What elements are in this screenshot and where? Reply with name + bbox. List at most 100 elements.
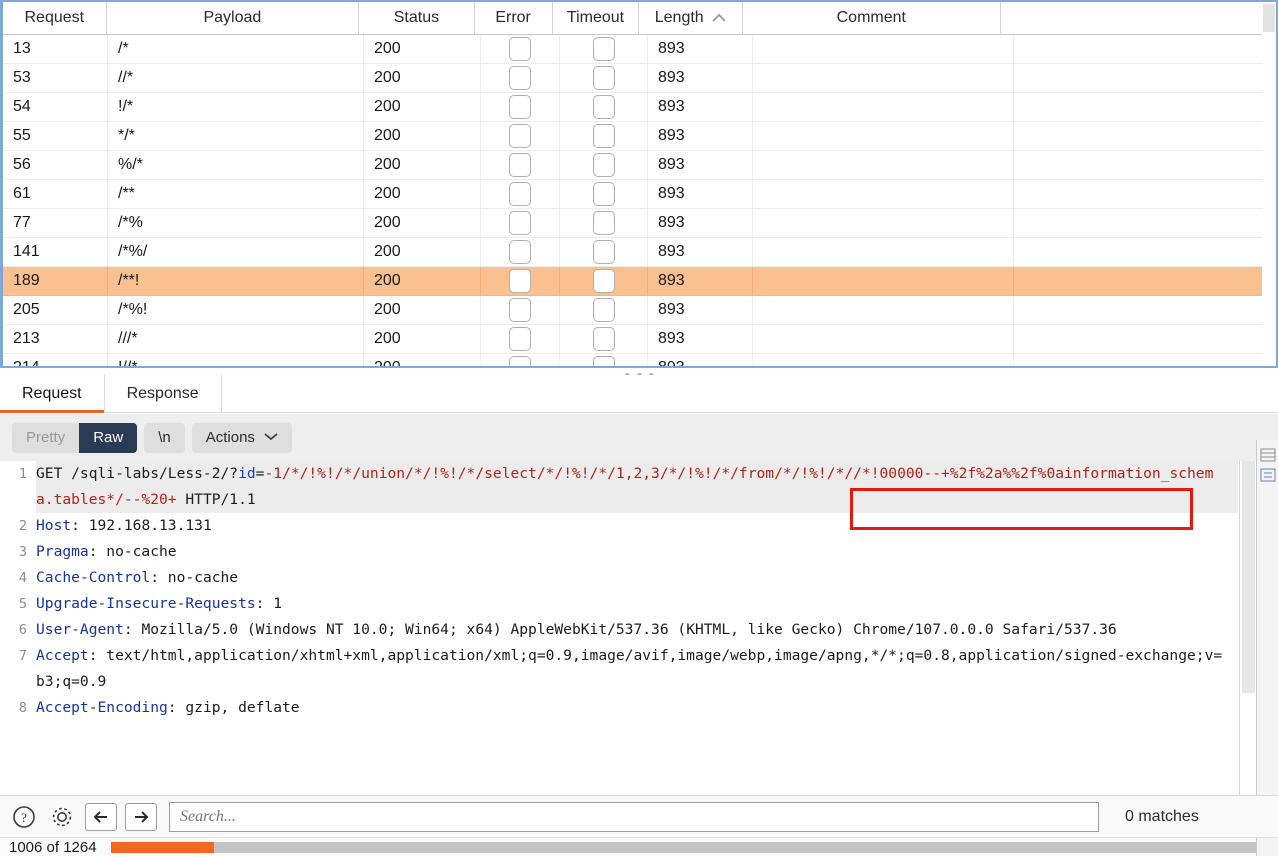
search-prev-button[interactable]	[85, 802, 117, 831]
cell-error	[481, 354, 560, 366]
error-checkbox[interactable]	[509, 356, 531, 366]
table-row[interactable]: 205/*%! 200 893	[3, 296, 1262, 325]
timeout-checkbox[interactable]	[592, 211, 615, 235]
code-line: 8 Accept-Encoding: gzip, deflate	[0, 695, 1238, 721]
newline-toggle-label: \n	[158, 429, 171, 446]
error-checkbox[interactable]	[509, 153, 531, 177]
cell-status: 200	[364, 93, 481, 121]
cell-error	[481, 209, 560, 237]
table-row[interactable]: 61/** 200 893	[3, 180, 1262, 209]
code-line-text[interactable]: Upgrade-Insecure-Requests: 1	[36, 591, 1238, 617]
timeout-checkbox[interactable]	[592, 269, 615, 293]
search-input[interactable]	[169, 801, 1099, 832]
inspector-icon[interactable]	[1260, 448, 1276, 462]
actions-button[interactable]: Actions	[191, 422, 292, 453]
editor-scrollbar-thumb[interactable]	[1242, 461, 1255, 693]
cell-payload: ///*	[108, 325, 364, 353]
column-header-length[interactable]: Length	[639, 2, 744, 34]
table-row[interactable]: 141/*%/200 893	[3, 238, 1262, 267]
table-row[interactable]: 189/**! 200 893	[3, 267, 1262, 296]
svg-text:?: ?	[21, 810, 27, 825]
timeout-checkbox[interactable]	[592, 37, 615, 61]
line-number: 7	[18, 648, 27, 664]
code-line-text[interactable]: GET /sqli-labs/Less-2/?id=-1/*/!%!/*/uni…	[36, 461, 1238, 513]
pretty-view-button[interactable]: Pretty	[12, 422, 80, 453]
code-segment-txt: GET /sqli-labs/Less-2/?	[36, 465, 239, 482]
error-checkbox[interactable]	[509, 298, 531, 322]
code-line-text[interactable]: Accept-Encoding: gzip, deflate	[36, 695, 1238, 721]
cell-length: 893	[648, 325, 753, 353]
column-header-status[interactable]: Status	[359, 2, 475, 34]
code-line-text[interactable]: Pragma: no-cache	[36, 539, 1238, 565]
question-circle-icon[interactable]: ?	[9, 802, 39, 832]
table-row[interactable]: 54 !/* 200 893	[3, 93, 1262, 122]
notes-icon[interactable]	[1260, 468, 1276, 482]
cell-request: 56	[3, 151, 108, 179]
right-side-rail[interactable]	[1256, 440, 1278, 795]
timeout-checkbox[interactable]	[592, 356, 615, 366]
cell-request: 214	[3, 354, 108, 366]
column-header-extra[interactable]	[1001, 2, 1262, 34]
table-row[interactable]: 13/* 200 893	[3, 35, 1262, 64]
error-checkbox[interactable]	[509, 182, 531, 206]
request-code[interactable]: 1 GET /sqli-labs/Less-2/?id=-1/*/!%!/*/un…	[0, 461, 1238, 795]
timeout-checkbox[interactable]	[592, 327, 615, 351]
tab-request[interactable]: Request	[0, 375, 105, 413]
cell-status: 200	[364, 180, 481, 208]
cell-status: 200	[364, 238, 481, 266]
error-checkbox[interactable]	[509, 211, 531, 235]
results-scrollbar-thumb[interactable]	[1263, 4, 1275, 32]
timeout-checkbox[interactable]	[592, 240, 615, 264]
gear-icon[interactable]	[47, 802, 77, 832]
error-checkbox[interactable]	[509, 240, 531, 264]
cell-error	[481, 151, 560, 179]
cell-comment	[753, 122, 1014, 150]
table-row[interactable]: 77/*% 200 893	[3, 209, 1262, 238]
timeout-checkbox[interactable]	[592, 182, 615, 206]
line-number: 3	[18, 544, 27, 560]
column-header-request[interactable]: Request	[3, 2, 107, 34]
tab-response-label: Response	[126, 384, 199, 402]
timeout-checkbox[interactable]	[592, 66, 615, 90]
error-checkbox[interactable]	[509, 124, 531, 148]
table-row[interactable]: 55 */* 200 893	[3, 122, 1262, 151]
cell-status: 200	[364, 209, 481, 237]
table-row[interactable]: 213///* 200 893	[3, 325, 1262, 354]
timeout-checkbox[interactable]	[592, 95, 615, 119]
code-segment-txt: : no-cache	[150, 569, 239, 586]
error-checkbox[interactable]	[509, 66, 531, 90]
column-header-error[interactable]: Error	[475, 2, 553, 34]
code-line-text[interactable]: Cache-Control: no-cache	[36, 565, 1238, 591]
timeout-checkbox[interactable]	[592, 124, 615, 148]
tab-response[interactable]: Response	[105, 375, 222, 412]
column-header-comment[interactable]: Comment	[743, 2, 1001, 34]
error-checkbox[interactable]	[509, 269, 531, 293]
chevron-down-icon	[264, 432, 278, 444]
cell-error	[481, 35, 560, 63]
cell-request: 13	[3, 35, 108, 63]
table-row[interactable]: 56 %/* 200 893	[3, 151, 1262, 180]
column-header-payload[interactable]: Payload	[107, 2, 360, 34]
code-line-text[interactable]: Host: 192.168.13.131	[36, 513, 1238, 539]
search-bar: ? 0 matches	[0, 795, 1278, 837]
timeout-checkbox[interactable]	[592, 298, 615, 322]
newline-toggle-button[interactable]: \n	[144, 422, 185, 453]
raw-view-button[interactable]: Raw	[79, 422, 138, 453]
request-editor[interactable]: 1 GET /sqli-labs/Less-2/?id=-1/*/!%!/*/un…	[0, 461, 1278, 795]
results-vertical-scrollbar[interactable]	[1262, 2, 1276, 366]
code-line-text[interactable]: User-Agent: Mozilla/5.0 (Windows NT 10.0…	[36, 617, 1238, 643]
code-line: 6 User-Agent: Mozilla/5.0 (Windows NT 10.…	[0, 617, 1238, 643]
intruder-results-panel[interactable]: Request Payload Status Error Timeout Len…	[0, 0, 1278, 368]
error-checkbox[interactable]	[509, 327, 531, 351]
code-segment-txt: : gzip, deflate	[167, 699, 300, 716]
table-row[interactable]: 214!//*200 893	[3, 354, 1262, 366]
timeout-checkbox[interactable]	[592, 153, 615, 177]
editor-vertical-scrollbar[interactable]	[1239, 461, 1256, 795]
code-line-text[interactable]: Accept: text/html,application/xhtml+xml,…	[36, 643, 1238, 695]
search-next-button[interactable]	[125, 802, 157, 831]
table-row[interactable]: 53//* 200 893	[3, 64, 1262, 93]
column-header-timeout[interactable]: Timeout	[553, 2, 640, 34]
error-checkbox[interactable]	[509, 95, 531, 119]
error-checkbox[interactable]	[509, 37, 531, 61]
cell-error	[481, 238, 560, 266]
